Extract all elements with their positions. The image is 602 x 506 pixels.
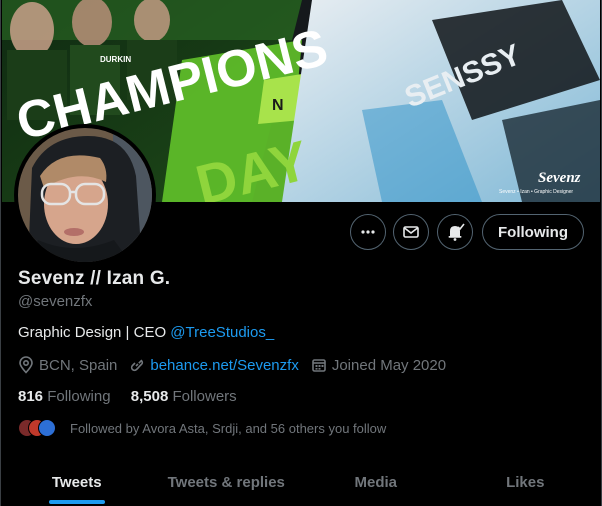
banner-tagline: Sevenz • Izan • Graphic Designer: [499, 189, 573, 195]
handle: @sevenzfx: [18, 293, 93, 310]
followers-stat[interactable]: 8,508 Followers: [131, 388, 237, 405]
bell-check-icon: [448, 223, 465, 241]
display-name: Sevenz // Izan G.: [18, 268, 171, 289]
location-pin-icon: [19, 356, 33, 374]
website-link[interactable]: behance.net/Sevenzfx: [150, 357, 298, 374]
link-icon: [131, 359, 144, 372]
avatar-artwork: [18, 128, 152, 262]
active-tab-indicator: [48, 500, 105, 504]
avatar-image: [18, 128, 152, 262]
website[interactable]: behance.net/Sevenzfx: [129, 357, 299, 374]
tab-label: Media: [354, 473, 397, 491]
banner-logo: Sevenz: [538, 170, 581, 186]
avatar[interactable]: [14, 124, 156, 266]
message-button[interactable]: [393, 214, 429, 250]
bio-mention-link[interactable]: @TreeStudios_: [170, 324, 274, 341]
tab-tweets[interactable]: Tweets: [2, 458, 152, 506]
following-button[interactable]: Following: [482, 214, 584, 250]
tab-likes[interactable]: Likes: [451, 458, 601, 506]
left-border: [0, 0, 1, 506]
followers-you-know[interactable]: Followed by Avora Asta, Srdji, and 56 ot…: [18, 418, 386, 438]
calendar-icon: [312, 359, 326, 372]
followers-count: 8,508: [130, 388, 169, 405]
followers-label: Followers: [172, 388, 237, 405]
joined-date: Joined May 2020: [311, 357, 446, 374]
follow-stats: 816 Following 8,508 Followers: [18, 388, 253, 405]
profile-meta: BCN, Spain behance.net/Sevenzfx Joined M…: [18, 355, 458, 375]
follower-avatar: [38, 419, 56, 437]
tab-label: Likes: [506, 473, 545, 491]
followed-by-text: Followed by Avora Asta, Srdji, and 56 ot…: [70, 420, 387, 436]
tab-label: Tweets & replies: [167, 473, 285, 491]
location: BCN, Spain: [18, 356, 117, 374]
tab-label: Tweets: [51, 473, 102, 491]
tab-media[interactable]: Media: [301, 458, 451, 506]
svg-text:N: N: [272, 97, 284, 114]
banner-sponsor-text: DURKIN: [100, 55, 131, 64]
profile-tabs: Tweets Tweets & replies Media Likes: [2, 458, 600, 506]
following-stat[interactable]: 816 Following: [18, 388, 111, 405]
following-label: Following: [47, 388, 111, 405]
following-count: 816: [18, 388, 44, 405]
more-button[interactable]: [350, 214, 386, 250]
bio: Graphic Design | CEO @TreeStudios_: [18, 324, 274, 341]
location-text: BCN, Spain: [39, 356, 118, 374]
tab-tweets-replies[interactable]: Tweets & replies: [152, 458, 302, 506]
notifications-button[interactable]: [437, 214, 473, 250]
envelope-icon: [403, 226, 419, 238]
joined-text: Joined May 2020: [331, 356, 447, 374]
bio-text: Graphic Design | CEO: [18, 324, 171, 341]
more-icon: [361, 230, 375, 234]
